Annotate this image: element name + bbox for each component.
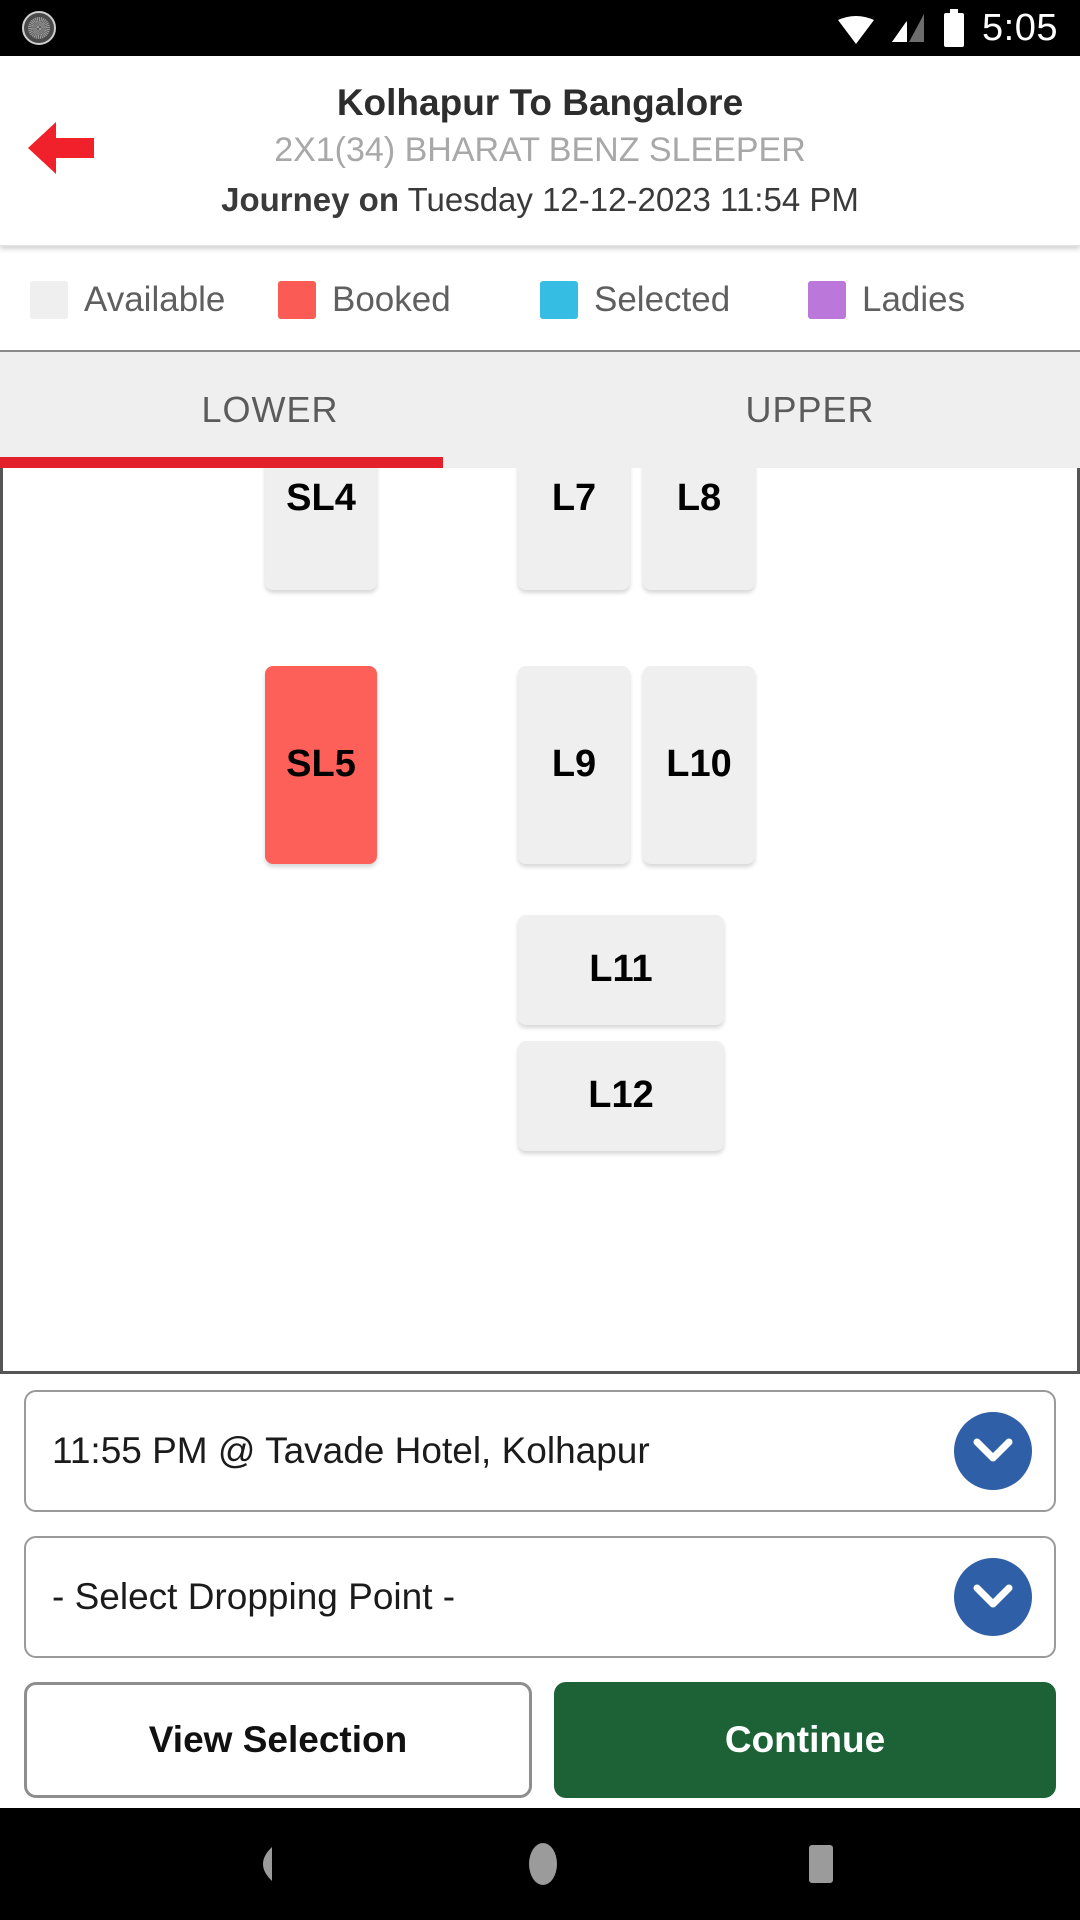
seat-label: L11	[589, 948, 653, 991]
journey-datetime-value: Tuesday 12-12-2023 11:54 PM	[407, 181, 859, 219]
legend-item-selected: Selected	[540, 280, 808, 320]
seat-map-canvas: SL4 L7 L8 SL5 L9 L10 L11 L12	[3, 467, 1077, 1371]
boarding-point-value: 11:55 PM @ Tavade Hotel, Kolhapur	[52, 1430, 650, 1471]
seat-l11[interactable]: L11	[518, 914, 724, 1025]
back-button[interactable]	[14, 104, 106, 196]
seat-label: L12	[588, 1074, 654, 1117]
seat-label: L7	[551, 477, 597, 520]
journey-prefix-label: Journey on	[221, 181, 399, 219]
chevron-down-icon[interactable]	[954, 1558, 1032, 1636]
status-bar-right: 5:05	[836, 7, 1058, 50]
nav-back-triangle-icon[interactable]	[242, 1843, 282, 1885]
seat-label: SL5	[286, 743, 356, 786]
seat-l9[interactable]: L9	[518, 665, 630, 864]
seat-l8[interactable]: L8	[643, 467, 755, 590]
dropping-point-value: - Select Dropping Point -	[52, 1576, 456, 1617]
phone-screen: 5:05 Kolhapur To Bangalore 2X1(34) BHARA…	[0, 0, 1080, 1920]
status-bar-left	[22, 11, 836, 45]
legend-swatch-available	[30, 280, 68, 319]
legend-label-available: Available	[84, 279, 226, 319]
tab-upper[interactable]: UPPER	[540, 352, 1080, 468]
seat-label: SL4	[286, 477, 356, 520]
legend-swatch-selected	[540, 280, 578, 319]
battery-icon	[942, 9, 966, 47]
app-notification-icon	[22, 11, 56, 45]
legend-label-ladies: Ladies	[862, 279, 966, 319]
android-nav-bar	[0, 1808, 1080, 1920]
boarding-point-dropdown[interactable]: 11:55 PM @ Tavade Hotel, Kolhapur	[24, 1390, 1056, 1512]
nav-home-circle-icon[interactable]	[525, 1840, 561, 1888]
tab-active-indicator	[0, 456, 443, 468]
status-bar-clock: 5:05	[982, 6, 1058, 49]
continue-button[interactable]: Continue	[554, 1682, 1056, 1798]
seat-label: L8	[676, 477, 722, 520]
journey-header: Kolhapur To Bangalore 2X1(34) BHARAT BEN…	[0, 56, 1080, 246]
wifi-icon	[836, 13, 875, 44]
chevron-down-icon[interactable]	[954, 1412, 1032, 1490]
bus-type-label: 2X1(34) BHARAT BENZ SLEEPER	[274, 131, 806, 170]
legend-label-booked: Booked	[332, 279, 451, 319]
deck-tabs: LOWER UPPER	[0, 351, 1080, 468]
seat-l7[interactable]: L7	[518, 467, 630, 590]
legend-item-booked: Booked	[278, 280, 540, 320]
seat-sl4[interactable]: SL4	[265, 467, 377, 590]
dropping-point-dropdown[interactable]: - Select Dropping Point -	[24, 1536, 1056, 1658]
legend-label-selected: Selected	[594, 279, 731, 319]
legend-item-available: Available	[30, 280, 278, 320]
view-selection-button[interactable]: View Selection	[24, 1682, 532, 1798]
legend-item-ladies: Ladies	[808, 280, 965, 320]
booking-panel: 11:55 PM @ Tavade Hotel, Kolhapur - Sele…	[0, 1374, 1080, 1808]
back-arrow-icon	[22, 116, 98, 185]
action-button-row: View Selection Continue	[24, 1682, 1056, 1798]
seat-map-container[interactable]: SL4 L7 L8 SL5 L9 L10 L11 L12	[0, 467, 1080, 1374]
seat-l12[interactable]: L12	[518, 1040, 724, 1151]
journey-date-line: Journey on Tuesday 12-12-2023 11:54 PM	[110, 178, 970, 223]
seat-sl5[interactable]: SL5	[265, 665, 377, 864]
seat-l10[interactable]: L10	[643, 665, 755, 864]
header-text-block: Kolhapur To Bangalore 2X1(34) BHARAT BEN…	[0, 80, 1080, 223]
status-bar: 5:05	[0, 0, 1080, 56]
page-title: Kolhapur To Bangalore	[336, 82, 744, 123]
tab-lower[interactable]: LOWER	[0, 352, 540, 468]
seat-label: L9	[551, 743, 597, 786]
seat-legend: Available Booked Selected Ladies	[0, 245, 1080, 352]
signal-icon	[890, 12, 926, 44]
seat-label: L10	[666, 743, 732, 786]
legend-swatch-ladies	[808, 280, 846, 319]
nav-recents-square-icon[interactable]	[804, 1842, 838, 1886]
legend-swatch-booked	[278, 280, 316, 319]
